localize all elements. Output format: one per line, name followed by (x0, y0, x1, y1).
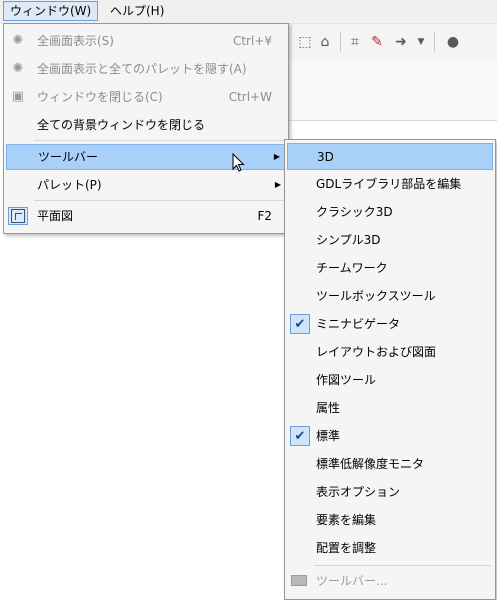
toolbar-icon (291, 575, 307, 586)
toolbar-submenu: 3D GDLライブラリ部品を編集 クラシック3D シンプル3D チームワーク ツ… (284, 139, 496, 600)
toolbar-item-edit-elements[interactable]: 要素を編集 (287, 507, 493, 534)
toolbar-item-classic-3d[interactable]: クラシック3D (287, 199, 493, 226)
menu-item-label: クラシック3D (316, 205, 393, 219)
menu-item-floor-plan[interactable]: 平面図 F2 (6, 204, 286, 228)
menu-item-fullscreen-hide-palettes[interactable]: ✺ 全画面表示と全てのパレットを隠す(A) (6, 57, 286, 81)
pen-icon[interactable]: ✎ (368, 33, 386, 51)
crop-icon[interactable]: ⌗ (346, 33, 364, 51)
chevron-down-icon[interactable]: ▼ (412, 33, 430, 51)
toolbar-item-gdl-library[interactable]: GDLライブラリ部品を編集 (287, 171, 493, 198)
toolbar-item-simple-3d[interactable]: シンプル3D (287, 227, 493, 254)
menu-item-label: ツールバー (38, 150, 99, 164)
mouse-cursor-icon (232, 153, 245, 172)
menu-item-label: シンプル3D (316, 233, 381, 247)
close-window-icon: ▣ (11, 89, 25, 104)
menu-item-label: 要素を編集 (316, 513, 377, 527)
shortcut-label: Ctrl+¥ (232, 34, 272, 48)
submenu-arrow-icon: ▶ (274, 180, 281, 189)
menu-item-label: 作図ツール (316, 373, 377, 387)
menu-item-label: 全ての背景ウィンドウを閉じる (37, 118, 206, 132)
menu-item-label: 全画面表示(S) (37, 34, 114, 48)
floor-plan-icon-frame (8, 207, 28, 225)
menu-item-label: 配置を調整 (316, 541, 377, 555)
toolbar-item-toolbox-tools[interactable]: ツールボックスツール (287, 283, 493, 310)
select-icon[interactable]: ⬚ (296, 33, 314, 51)
toolbar-item-arrange[interactable]: 配置を調整 (287, 535, 493, 562)
arrow-icon[interactable]: ➜ (392, 33, 410, 51)
menu-item-label: 平面図 (37, 209, 74, 223)
toolbar-separator (340, 32, 341, 52)
toolbar-item-mini-navigator[interactable]: ✔ ミニナビゲータ (287, 311, 493, 338)
toolbar-item-standard-low-res[interactable]: 標準低解像度モニタ (287, 451, 493, 478)
menu-item-label: レイアウトおよび図面 (316, 345, 437, 359)
toolbar-item-customize[interactable]: ツールバー... (287, 568, 493, 595)
house-icon[interactable]: ⌂ (316, 33, 334, 51)
submenu-arrow-icon: ▶ (273, 152, 280, 161)
menu-item-label: 標準低解像度モニタ (316, 457, 425, 471)
toolbar-item-attributes[interactable]: 属性 (287, 395, 493, 422)
toolbar-item-layout-drawing[interactable]: レイアウトおよび図面 (287, 339, 493, 366)
menu-bar: ウィンドウ(W) ヘルプ(H) (0, 0, 497, 24)
menu-item-fullscreen[interactable]: ✺ 全画面表示(S) Ctrl+¥ (6, 29, 286, 53)
checkmark-icon: ✔ (290, 426, 310, 446)
toolbar-item-drafting-tools[interactable]: 作図ツール (287, 367, 493, 394)
menu-item-label: 属性 (316, 401, 341, 415)
gear-icon: ✺ (12, 61, 24, 76)
toolbar-item-teamwork[interactable]: チームワーク (287, 255, 493, 282)
toolbar-item-display-options[interactable]: 表示オプション (287, 479, 493, 506)
background-toolbar: ⬚ ⌂ ⌗ ✎ ➜ ▼ ● (288, 24, 497, 61)
toolbar-separator (434, 32, 435, 52)
shortcut-label: F2 (257, 209, 272, 223)
menu-item-close-window[interactable]: ▣ ウィンドウを閉じる(C) Ctrl+W (6, 85, 286, 109)
menu-separator (34, 140, 284, 141)
background-panel (288, 60, 497, 121)
menu-separator (34, 200, 284, 201)
menu-help[interactable]: ヘルプ(H) (104, 2, 170, 20)
menu-item-label: チームワーク (316, 261, 388, 275)
checkmark-icon: ✔ (290, 314, 310, 334)
menu-item-label: 3D (317, 150, 334, 164)
menu-item-label: 全画面表示と全てのパレットを隠す(A) (37, 62, 247, 76)
menu-separator (314, 565, 491, 566)
floor-plan-icon (11, 209, 25, 223)
toolbar-item-standard[interactable]: ✔ 標準 (287, 423, 493, 450)
menu-window[interactable]: ウィンドウ(W) (3, 1, 99, 21)
menu-item-label: 標準 (316, 429, 341, 443)
menu-item-label: ツールバー... (316, 574, 388, 588)
menu-item-label: ミニナビゲータ (316, 317, 401, 331)
menu-item-close-background-windows[interactable]: 全ての背景ウィンドウを閉じる (6, 113, 286, 137)
menu-item-label: GDLライブラリ部品を編集 (316, 177, 462, 191)
menu-item-label: ツールボックスツール (316, 289, 436, 303)
menu-item-label: ウィンドウを閉じる(C) (37, 90, 163, 104)
record-icon[interactable]: ● (444, 33, 462, 51)
shortcut-label: Ctrl+W (228, 90, 272, 104)
menu-item-label: 表示オプション (316, 485, 401, 499)
menu-item-label: パレット(P) (37, 178, 102, 192)
menu-item-palette[interactable]: パレット(P) ▶ (6, 173, 286, 197)
window-menu: ✺ 全画面表示(S) Ctrl+¥ ✺ 全画面表示と全てのパレットを隠す(A) … (3, 23, 289, 234)
gear-icon: ✺ (12, 33, 24, 48)
toolbar-item-3d[interactable]: 3D (287, 143, 493, 170)
